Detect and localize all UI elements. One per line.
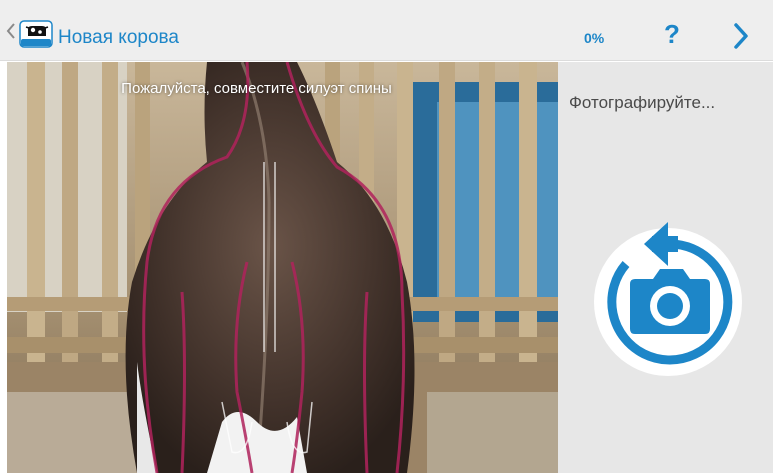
alignment-hint: Пожалуйста, совместите силуэт спины — [121, 80, 392, 97]
chevron-left-icon[interactable] — [6, 22, 16, 40]
camera-photo — [7, 62, 558, 473]
chevron-right-icon[interactable] — [732, 22, 750, 50]
status-text: Фотографируйте... — [569, 93, 716, 112]
top-bar: Новая корова 0% ? — [0, 0, 773, 61]
progress-indicator: 0% — [584, 30, 605, 46]
side-panel: Фотографируйте... — [558, 62, 773, 473]
help-button[interactable]: ? — [664, 19, 680, 50]
camera-preview[interactable]: Пожалуйста, совместите силуэт спины — [7, 62, 558, 473]
page-title: Новая корова — [58, 27, 179, 48]
camera-rotate-icon[interactable] — [588, 194, 748, 384]
cow-logo-icon — [19, 20, 53, 48]
